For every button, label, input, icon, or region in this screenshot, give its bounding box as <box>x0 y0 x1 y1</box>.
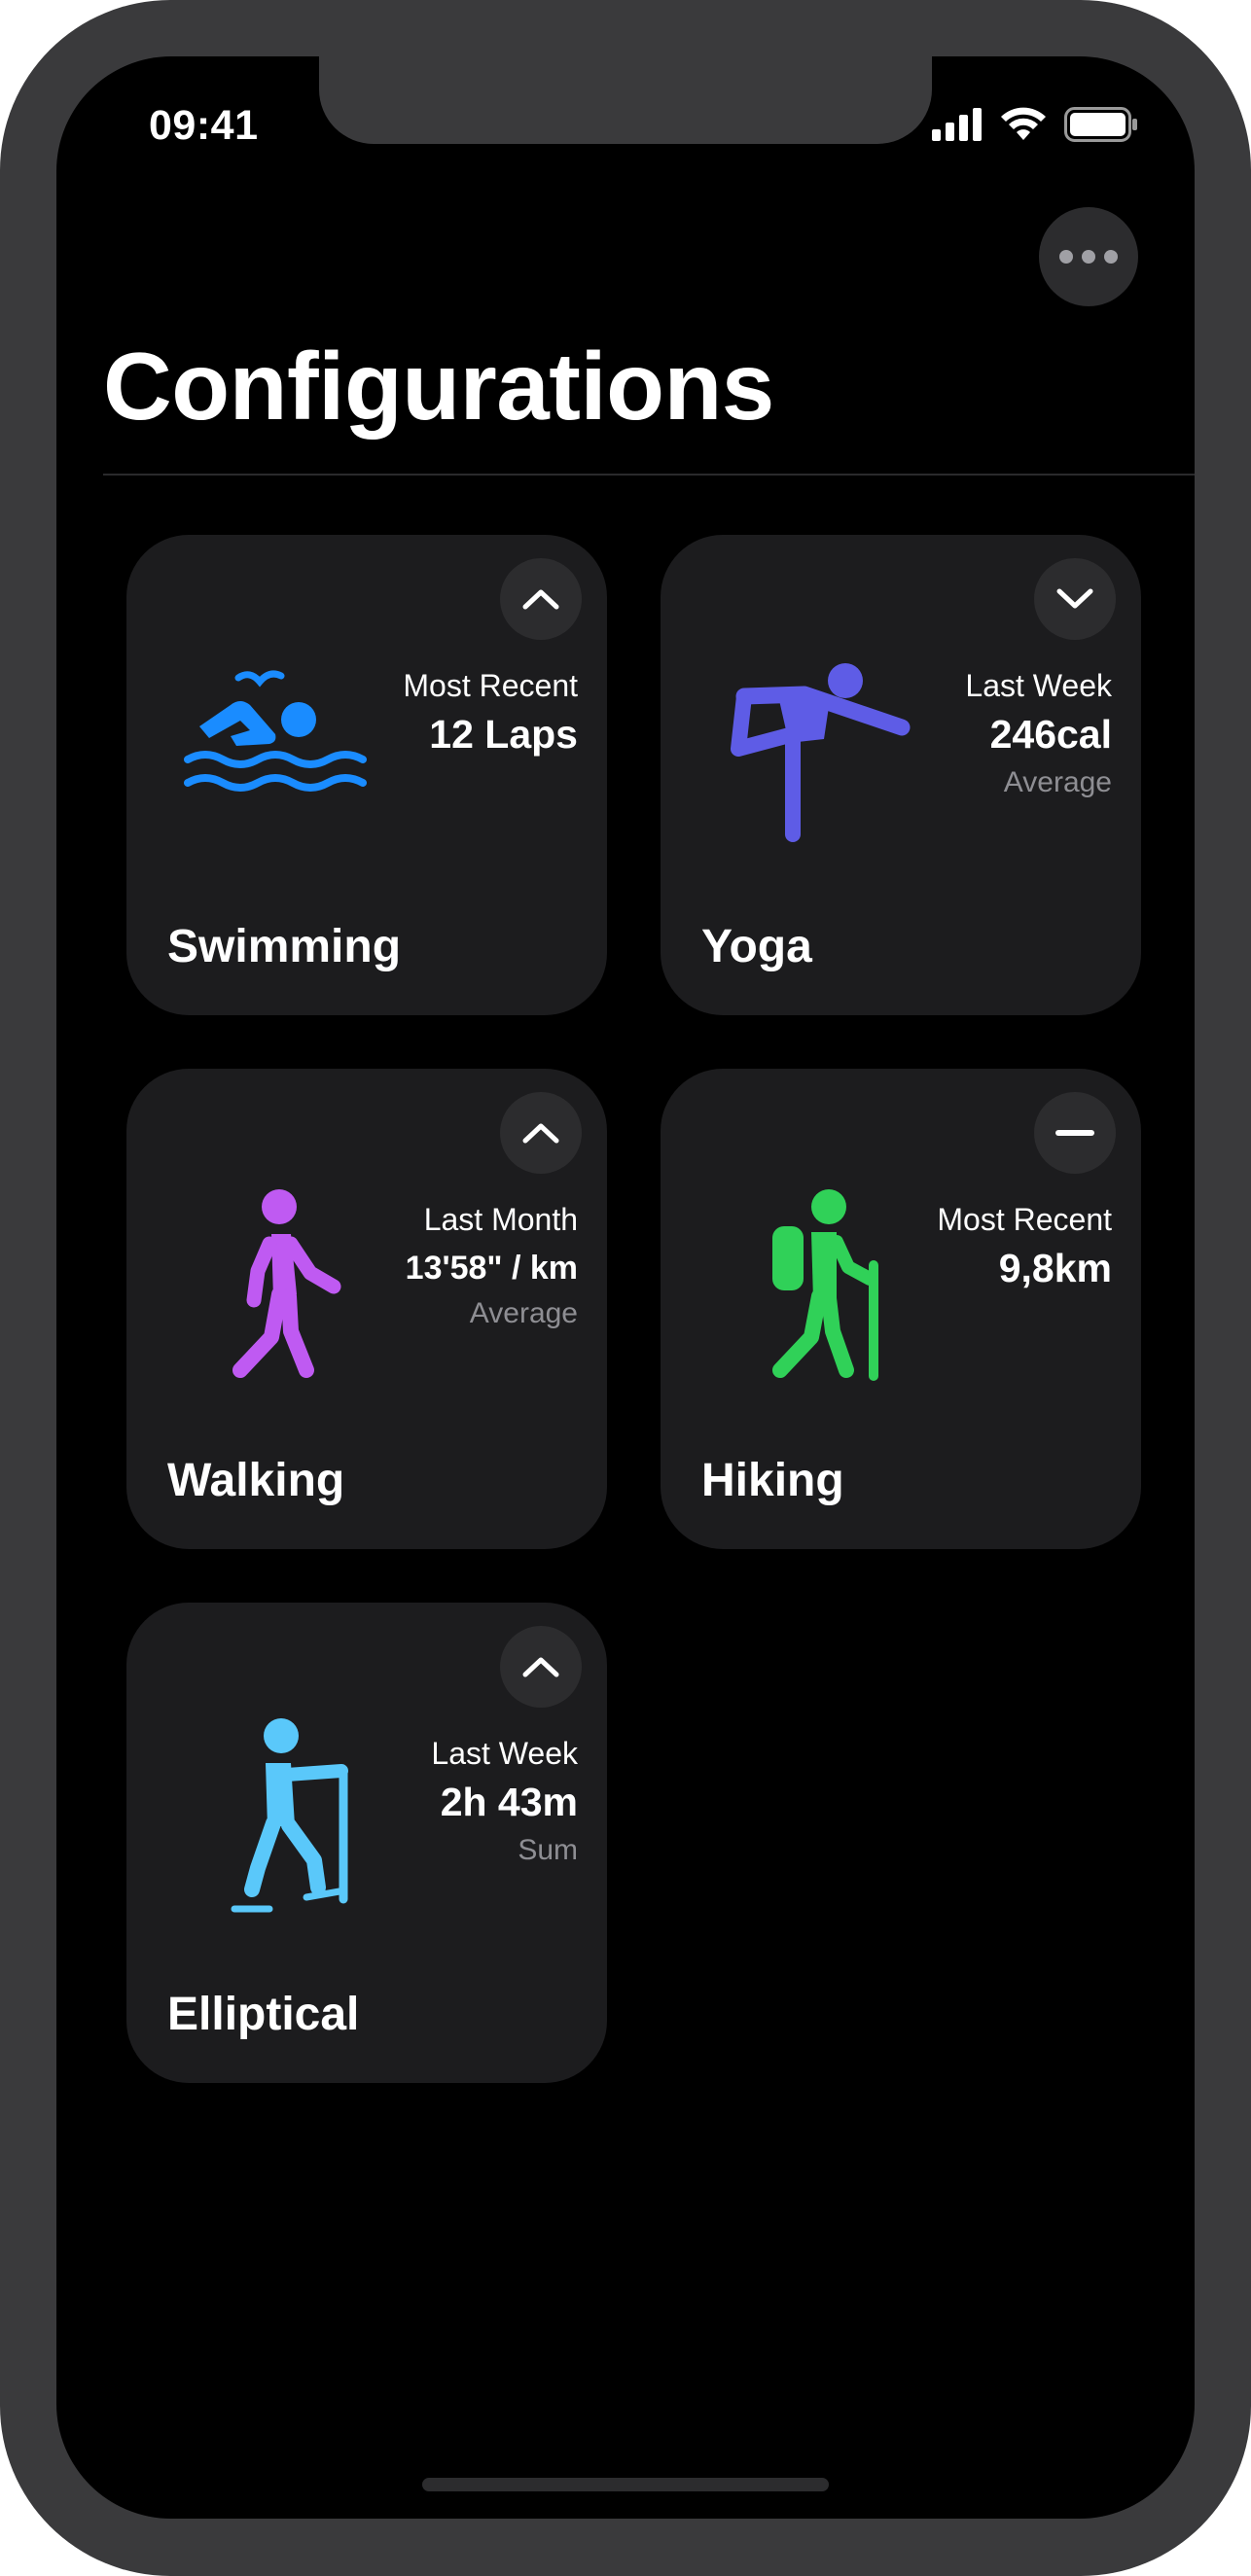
remove-button[interactable] <box>1034 1092 1116 1174</box>
collapse-button[interactable] <box>500 558 582 640</box>
metric-value: 246cal <box>989 712 1112 758</box>
device-frame: 09:41 Configurations Most Recent 12 Laps… <box>0 0 1251 2576</box>
screen: 09:41 Configurations Most Recent 12 Laps… <box>56 56 1195 2519</box>
divider <box>103 474 1195 476</box>
walking-icon <box>232 1189 341 1378</box>
metric-value: 2h 43m <box>440 1780 578 1825</box>
expand-button[interactable] <box>1034 558 1116 640</box>
metric-value: 12 Laps <box>429 712 578 758</box>
status-icons <box>932 107 1138 142</box>
ellipsis-icon-dot <box>1082 250 1095 264</box>
activity-card-elliptical[interactable]: Last Week 2h 43m Sum Elliptical <box>126 1603 607 2083</box>
period-label: Most Recent <box>937 1202 1112 1237</box>
aggregation-label: Sum <box>518 1834 578 1867</box>
page-title: Configurations <box>103 333 774 440</box>
collapse-button[interactable] <box>500 1626 582 1708</box>
more-options-button[interactable] <box>1039 207 1138 306</box>
activity-name: Walking <box>167 1455 345 1506</box>
aggregation-label: Average <box>469 1296 578 1329</box>
chevron-up-icon <box>522 589 559 610</box>
cellular-signal-icon <box>932 108 982 141</box>
stats: Most Recent 12 Laps <box>403 668 578 758</box>
activity-name: Hiking <box>701 1455 844 1506</box>
activity-card-swimming[interactable]: Most Recent 12 Laps Swimming <box>126 535 607 1015</box>
chevron-down-icon <box>1056 588 1093 609</box>
collapse-button[interactable] <box>500 1092 582 1174</box>
period-label: Last Week <box>431 1736 578 1771</box>
activity-name: Swimming <box>167 921 402 972</box>
elliptical-icon <box>231 1718 348 1913</box>
chevron-up-icon <box>522 1123 559 1144</box>
notch <box>319 56 932 144</box>
aggregation-label: Average <box>1003 766 1112 799</box>
battery-icon <box>1064 107 1137 142</box>
yoga-icon <box>731 663 911 842</box>
activity-card-hiking[interactable]: Most Recent 9,8km Hiking <box>661 1069 1141 1549</box>
minus-icon <box>1055 1130 1094 1136</box>
swimming-icon <box>184 670 367 792</box>
wifi-icon <box>1001 107 1046 140</box>
activity-card-yoga[interactable]: Last Week 246cal Average Yoga <box>661 535 1141 1015</box>
activity-name: Yoga <box>701 921 812 972</box>
home-indicator[interactable] <box>422 2478 829 2491</box>
stats: Most Recent 9,8km <box>937 1202 1112 1291</box>
period-label: Last Week <box>965 668 1112 703</box>
activity-card-walking[interactable]: Last Month 13'58" / km Average Walking <box>126 1069 607 1549</box>
ellipsis-icon-dot <box>1059 250 1073 264</box>
period-label: Most Recent <box>403 668 578 703</box>
stats: Last Week 246cal Average <box>965 668 1112 799</box>
metric-value: 9,8km <box>998 1246 1112 1291</box>
ellipsis-icon-dot <box>1104 250 1118 264</box>
stats: Last Month 13'58" / km Average <box>405 1202 578 1329</box>
hiking-icon <box>772 1189 878 1381</box>
period-label: Last Month <box>423 1202 578 1237</box>
stats: Last Week 2h 43m Sum <box>431 1736 578 1867</box>
status-time: 09:41 <box>149 102 259 149</box>
chevron-up-icon <box>522 1657 559 1677</box>
activity-name: Elliptical <box>167 1989 360 2040</box>
metric-value: 13'58" / km <box>405 1250 578 1288</box>
